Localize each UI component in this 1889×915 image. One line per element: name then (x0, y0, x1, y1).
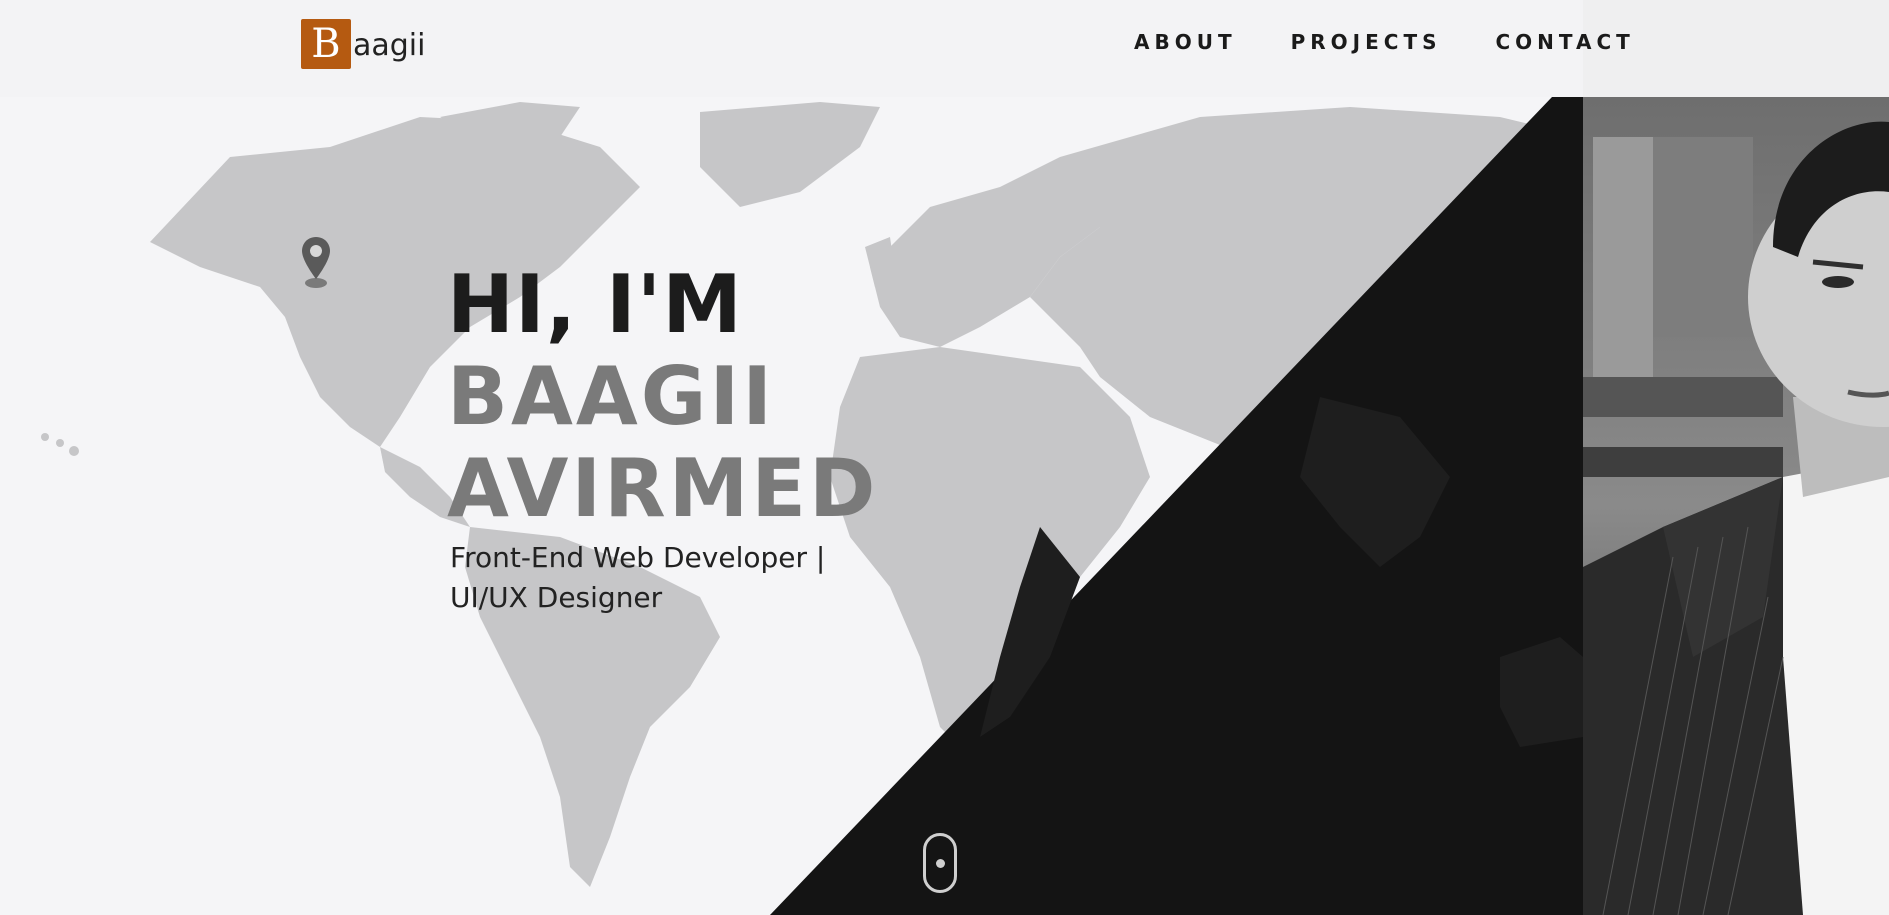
logo-mark: B (301, 19, 351, 69)
hero-title: HI, I'M BAAGII AVIRMED (447, 259, 878, 535)
portrait-image (1583, 97, 1889, 915)
logo-text: aagii (353, 27, 426, 63)
hero-first-name: BAAGII (447, 350, 775, 443)
map-pin-icon (302, 237, 330, 288)
profile-photo (1583, 97, 1889, 915)
hero-subtitle-line2: UI/UX Designer (450, 581, 663, 614)
main-nav: ABOUT PROJECTS CONTACT (1134, 30, 1635, 54)
scroll-dot (936, 859, 945, 868)
hero-section: HI, I'M BAAGII AVIRMED Front-End Web Dev… (0, 97, 1583, 915)
mouse-scroll-icon[interactable] (923, 833, 957, 893)
hero-subtitle-line1: Front-End Web Developer | (450, 541, 826, 574)
nav-about[interactable]: ABOUT (1134, 30, 1237, 54)
site-header: B aagii ABOUT PROJECTS CONTACT (0, 0, 1630, 97)
site-logo[interactable]: B aagii (301, 19, 425, 69)
nav-contact[interactable]: CONTACT (1496, 30, 1635, 54)
nav-projects[interactable]: PROJECTS (1291, 30, 1442, 54)
hero-last-name: AVIRMED (447, 442, 879, 535)
hero-subtitle: Front-End Web Developer | UI/UX Designer (450, 538, 870, 618)
hero-greeting: HI, I'M (447, 258, 743, 351)
